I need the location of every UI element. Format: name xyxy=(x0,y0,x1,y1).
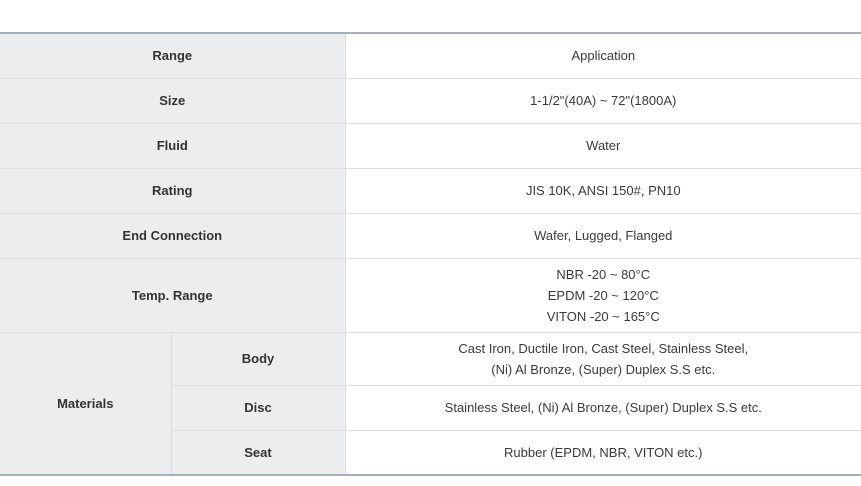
temp-range-nbr: NBR -20 ~ 80°C xyxy=(556,266,651,282)
seat-value: Rubber (EPDM, NBR, VITON etc.) xyxy=(345,430,861,475)
size-label: Size xyxy=(0,78,346,124)
size-value: 1-1/2"(40A) ~ 72"(1800A) xyxy=(345,78,861,124)
rating-label: Rating xyxy=(0,168,346,214)
rating-value: JIS 10K, ANSI 150#, PN10 xyxy=(345,168,861,214)
body-label: Body xyxy=(170,332,346,386)
table-row-size: Size 1-1/2"(40A) ~ 72"(1800A) xyxy=(0,78,861,124)
temp-range-label: Temp. Range xyxy=(0,258,346,333)
fluid-value: Water xyxy=(345,123,861,169)
range-label: Range xyxy=(0,33,346,79)
body-value-line-2: (Ni) Al Bronze, (Super) Duplex S.S etc. xyxy=(491,361,716,377)
disc-value: Stainless Steel, (Ni) Al Bronze, (Super)… xyxy=(345,385,861,431)
table-row-end-connection: End Connection Wafer, Lugged, Flanged xyxy=(0,213,861,259)
table-row-rating: Rating JIS 10K, ANSI 150#, PN10 xyxy=(0,168,861,214)
materials-label: Materials xyxy=(0,332,172,476)
range-value: Application xyxy=(345,33,861,79)
table-row-temp-range: Temp. Range NBR -20 ~ 80°C EPDM -20 ~ 12… xyxy=(0,258,861,333)
end-connection-value: Wafer, Lugged, Flanged xyxy=(345,213,861,259)
end-connection-label: End Connection xyxy=(0,213,346,259)
table-row-range: Range Application xyxy=(0,33,861,79)
temp-range-value: NBR -20 ~ 80°C EPDM -20 ~ 120°C VITON -2… xyxy=(345,258,861,333)
temp-range-viton: VITON -20 ~ 165°C xyxy=(546,308,660,324)
table-row-materials-body: Materials Body Cast Iron, Ductile Iron, … xyxy=(0,332,861,476)
fluid-label: Fluid xyxy=(0,123,346,169)
body-value: Cast Iron, Ductile Iron, Cast Steel, Sta… xyxy=(345,332,861,386)
spec-table: Range Application Size 1-1/2"(40A) ~ 72"… xyxy=(0,32,861,476)
seat-label: Seat xyxy=(170,430,346,475)
disc-label: Disc xyxy=(170,385,346,431)
body-value-line-1: Cast Iron, Ductile Iron, Cast Steel, Sta… xyxy=(458,340,749,356)
table-row-fluid: Fluid Water xyxy=(0,123,861,169)
temp-range-epdm: EPDM -20 ~ 120°C xyxy=(547,287,659,303)
